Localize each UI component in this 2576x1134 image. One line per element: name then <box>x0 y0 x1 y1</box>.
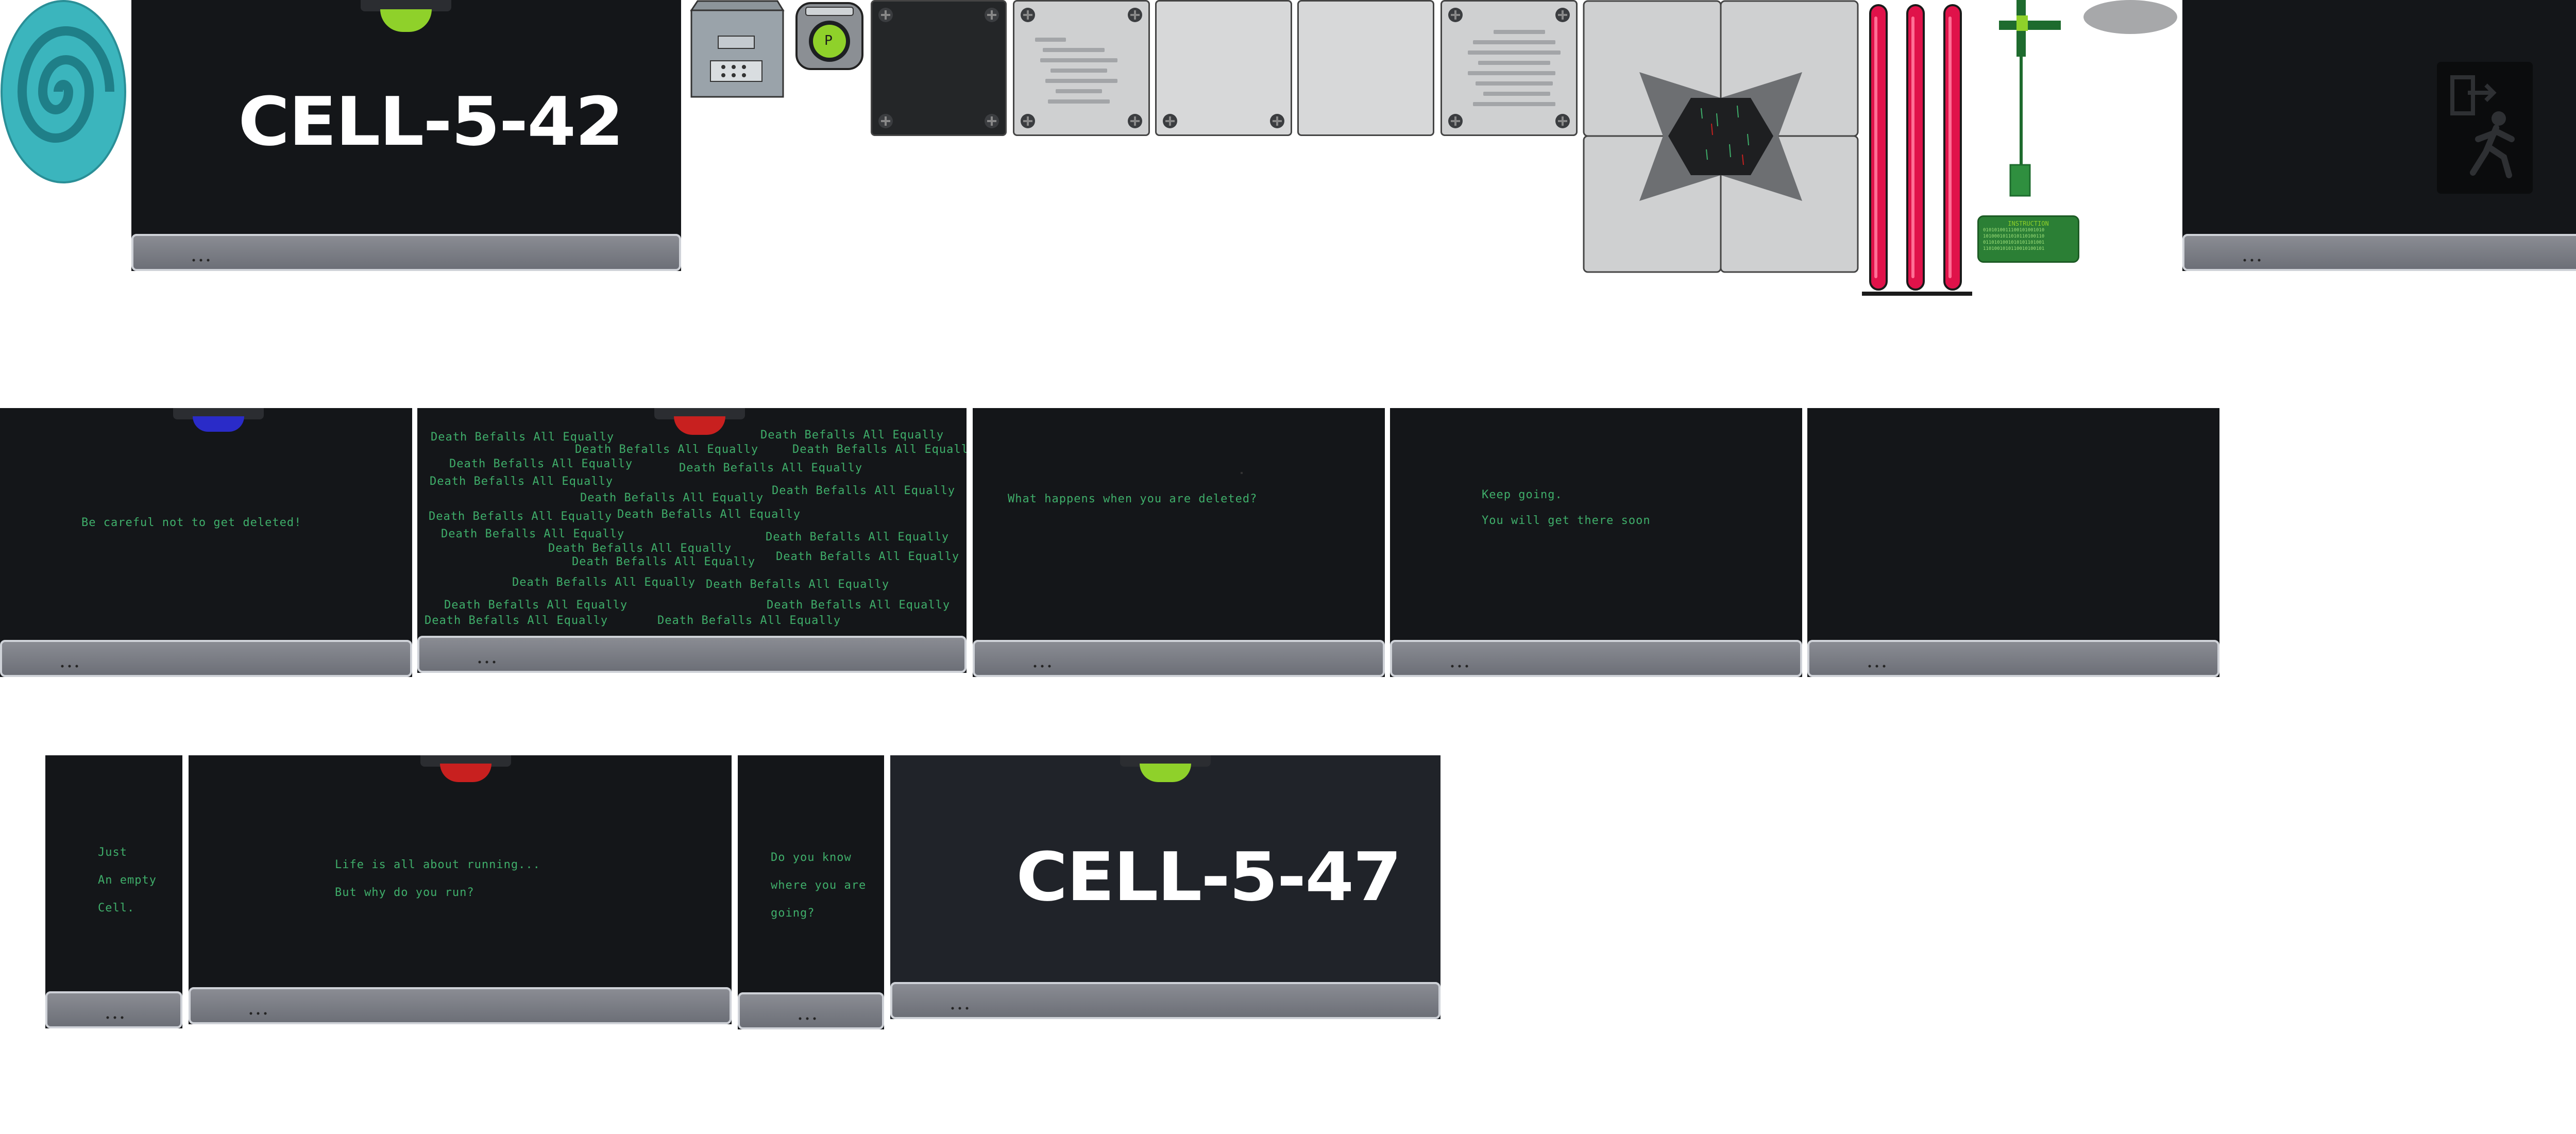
repeated-phrase: Death Befalls All Equally <box>706 578 890 591</box>
instruction-line: 0101010011100101001010 <box>1983 228 2045 233</box>
cell-room-d: Keep going. You will get there soon <box>1390 408 1802 677</box>
cell-label: CELL-5-42 <box>238 82 624 161</box>
cell-message: Keep going. <box>1482 488 1563 501</box>
control-box-icon[interactable] <box>687 0 785 98</box>
ceiling-lamp <box>361 0 451 32</box>
cell-message: Just <box>98 846 127 859</box>
cell-room-e: Just An empty Cell. <box>45 755 182 1028</box>
cell-room-empty <box>1807 408 2219 677</box>
cell-message: An empty <box>98 874 157 887</box>
button-p-icon[interactable]: P <box>795 2 863 70</box>
cell-message: You will get there soon <box>1482 514 1651 527</box>
repeated-phrase: Death Befalls All Equally <box>425 614 608 627</box>
repeated-phrase: Death Befalls All Equally <box>772 484 956 497</box>
cell-floor <box>131 234 681 271</box>
repeated-phrase: Death Befalls All Equally <box>580 492 764 504</box>
cell-message: where you are <box>771 879 867 892</box>
cell-floor <box>2182 234 2576 271</box>
repeated-phrase: Death Befalls All Equally <box>430 475 614 488</box>
cell-floor <box>890 982 1440 1019</box>
spiral-portal-icon <box>0 0 127 183</box>
wall-panel-dark <box>871 0 1007 136</box>
repeated-phrase: Death Befalls All Equally <box>429 510 613 523</box>
cell-floor <box>189 987 732 1024</box>
cell-floor <box>0 640 412 677</box>
cell-message: going? <box>771 907 815 920</box>
cell-room-g: Do you know where you are going? <box>738 755 884 1029</box>
cell-floor <box>45 991 182 1028</box>
wall-panel-plain <box>1155 0 1292 136</box>
cell-message: Cell. <box>98 902 135 915</box>
repeated-phrase: Death Befalls All Equally <box>441 528 625 540</box>
ceiling-lamp <box>420 755 511 782</box>
repeated-phrase: Death Befalls All Equally <box>575 443 759 456</box>
cell-label: CELL-5-47 <box>1016 838 1402 916</box>
cell-room-f: Life is all about running... But why do … <box>189 755 732 1024</box>
exit-sign-icon[interactable] <box>2437 62 2533 194</box>
cell-message: Life is all about running... <box>335 858 540 871</box>
repeated-phrase: Death Befalls All Equally <box>679 462 863 475</box>
repeated-phrase: Death Befalls All Equally <box>760 429 944 442</box>
repeated-phrase: Death Befalls All Equally <box>657 614 841 627</box>
cell-5-47-room: CELL-5-47 <box>890 755 1440 1019</box>
ceiling-lamp <box>173 408 264 432</box>
wall-panel-scribble <box>1013 0 1150 136</box>
repeated-phrase: Death Befalls All Equally <box>767 599 951 612</box>
instruction-line: 1101001010110010100101 <box>1983 246 2045 251</box>
cell-floor <box>1390 640 1802 677</box>
cell-floor <box>417 636 967 673</box>
cell-message: Do you know <box>771 851 852 864</box>
wall-panel-plain <box>1297 0 1434 136</box>
cell-room-c: What happens when you are deleted? <box>973 408 1385 677</box>
cell-room-b: Death Befalls All Equally Death Befalls … <box>417 408 967 673</box>
tube-rack-icon <box>1862 0 1972 299</box>
repeated-phrase: Death Befalls All Equally <box>617 508 801 521</box>
repeated-phrase: Death Befalls All Equally <box>512 576 696 589</box>
cell-room-a: Be careful not to get deleted! <box>0 408 412 677</box>
exit-room <box>2182 0 2576 271</box>
cell-5-42-room: CELL-5-42 <box>131 0 681 271</box>
repeated-phrase: Death Befalls All Equally <box>766 531 950 544</box>
repeated-phrase: Death Befalls All Equally <box>572 555 756 568</box>
button-letter: P <box>824 33 833 48</box>
cell-floor <box>973 640 1385 677</box>
instruction-panel[interactable]: INSTRUCTION 0101010011100101001010 10100… <box>1977 215 2079 263</box>
cell-message: Be careful not to get deleted! <box>81 516 302 529</box>
cell-floor <box>738 992 884 1029</box>
grey-oval <box>2083 0 2177 34</box>
wall-panel-scribble <box>1440 0 1578 136</box>
ceiling-lamp <box>1120 755 1211 782</box>
cell-message: What happens when you are deleted? <box>1008 493 1258 505</box>
repeated-phrase: Death Befalls All Equally <box>431 431 615 444</box>
repeated-phrase: Death Befalls All Equally <box>548 542 732 555</box>
repeated-phrase: Death Befalls All Equally <box>449 458 633 470</box>
repeated-phrase: Death Befalls All Equally <box>444 599 628 612</box>
lever-icon[interactable] <box>1999 0 2061 206</box>
ceiling-lamp <box>654 408 745 435</box>
instruction-line: 0110101001010101101001 <box>1983 240 2045 245</box>
instruction-title: INSTRUCTION <box>2008 220 2049 227</box>
repeated-phrase: Death Befalls All Equally <box>792 443 967 456</box>
instruction-line: 1010001011010110100110 <box>1983 234 2045 239</box>
cell-message: But why do you run? <box>335 886 474 899</box>
cell-floor <box>1807 640 2219 677</box>
repeated-phrase: Death Befalls All Equally <box>776 550 960 563</box>
hatch-panel-icon <box>1583 0 1859 273</box>
